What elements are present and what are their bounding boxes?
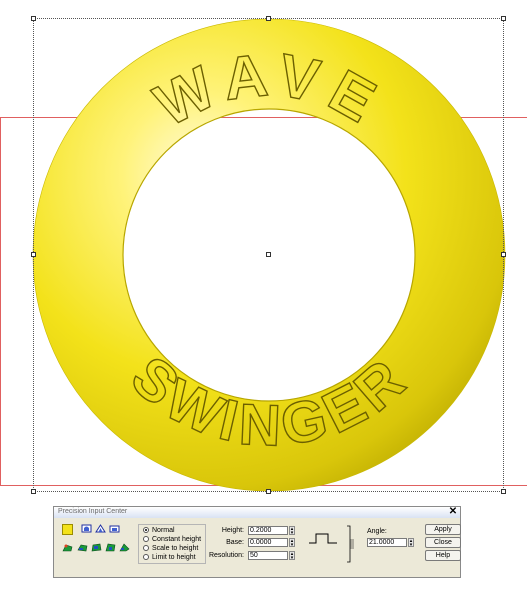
resolution-field[interactable]: 50 [248,551,288,560]
dialog-title: Precision Input Center [58,508,128,515]
base-field[interactable]: 0.0000 [248,538,288,547]
mode-constant-height-radio[interactable] [143,536,149,542]
selection-handle-top-center[interactable] [266,16,271,21]
selection-handle-left-center[interactable] [31,252,36,257]
mode-limit-to-height-radio[interactable] [143,554,149,560]
apply-button[interactable]: Apply [425,524,461,535]
help-button[interactable]: Help [425,550,461,561]
selection-handle-top-left[interactable] [31,16,36,21]
design-canvas[interactable]: WAVE SWINGER [0,0,527,500]
selection-center-handle[interactable] [266,252,271,257]
mode-limit-to-height-label: Limit to height [152,553,196,561]
mode-normal-radio[interactable] [143,527,149,533]
mode-scale-to-height-label: Scale to height [152,544,199,552]
base-stepper[interactable]: ▴ ▾ [289,538,295,548]
height-label: Height: [221,527,244,534]
selection-handle-bottom-left[interactable] [31,489,36,494]
relief-tool-2-icon[interactable] [77,543,88,552]
mode-option-scale-to-height[interactable]: Scale to height [143,544,198,552]
selection-handle-bottom-right[interactable] [501,489,506,494]
mode-option-normal[interactable]: Normal [143,526,175,534]
angle-stepper[interactable]: ▴ ▾ [408,538,414,548]
relief-tool-1-icon[interactable] [62,543,73,552]
color-swatch-icon[interactable] [62,524,73,535]
selection-handle-top-right[interactable] [501,16,506,21]
profile-preview-icon [309,533,337,544]
flat-icon[interactable] [109,524,120,533]
resolution-label: Resolution: [208,552,244,559]
base-label: Base: [226,539,244,546]
precision-input-dialog: Precision Input Center ✕ Normal Constant… [53,506,461,578]
angle-field[interactable]: 21.0000 [367,538,407,547]
mode-scale-to-height-radio[interactable] [143,545,149,551]
height-stepper[interactable]: ▴ ▾ [289,526,295,536]
close-button[interactable]: Close [425,537,461,548]
height-scale-icon [347,525,354,563]
mode-normal-label: Normal [152,526,175,534]
relief-tool-4-icon[interactable] [105,543,116,552]
selection-handle-right-center[interactable] [501,252,506,257]
close-icon[interactable]: ✕ [448,507,458,517]
relief-tool-5-icon[interactable] [119,543,130,552]
dialog-title-bar[interactable]: Precision Input Center ✕ [54,507,460,518]
selection-handle-bottom-center[interactable] [266,489,271,494]
peak-icon[interactable] [95,524,106,533]
dome-icon[interactable] [81,524,92,533]
mode-option-constant-height[interactable]: Constant height [143,535,201,543]
mode-option-limit-to-height[interactable]: Limit to height [143,553,196,561]
mode-constant-height-label: Constant height [152,535,202,543]
resolution-stepper[interactable]: ▴ ▾ [289,551,295,561]
angle-label: Angle: [367,528,387,535]
relief-tool-3-icon[interactable] [91,543,102,552]
height-field[interactable]: 0.2000 [248,526,288,535]
